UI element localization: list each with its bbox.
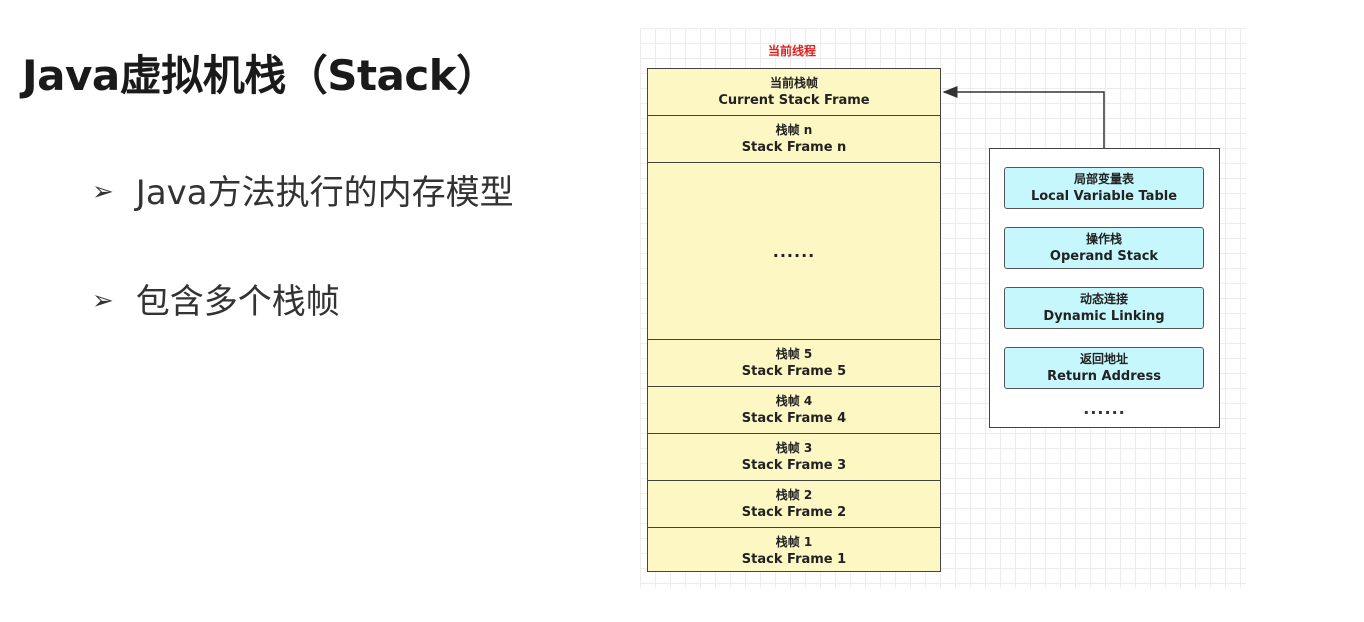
frame-zh-label: 栈帧 3 [775,441,813,455]
operand-stack-box: 操作栈 Operand Stack [1004,227,1204,269]
arrow-bullet-icon: ➢ [92,286,114,316]
stack-frame-current: 当前栈帧 Current Stack Frame [648,69,940,116]
frame-zh-label: 栈帧 1 [775,534,813,549]
stack-frame-n: 栈帧 n Stack Frame n [648,116,940,163]
stack-frame-2: 栈帧 2 Stack Frame 2 [648,481,940,528]
frame-zh-label: 栈帧 4 [775,394,813,408]
item-en-label: Local Variable Table [1030,189,1178,204]
return-address-box: 返回地址 Return Address [1004,347,1204,389]
frame-en-label: Stack Frame 1 [741,551,847,567]
stack-frame-ellipsis: ...... [648,163,940,340]
frame-zh-label: 栈帧 5 [775,347,813,361]
frame-zh-label: 栈帧 2 [775,488,813,502]
stack-frame-4: 栈帧 4 Stack Frame 4 [648,387,940,434]
stack-frame-1: 栈帧 1 Stack Frame 1 [648,528,940,573]
bullet-item: ➢ Java方法执行的内存模型 [92,165,514,214]
frame-ellipsis-label: ...... [772,241,816,261]
frame-en-label: Current Stack Frame [718,93,870,108]
slide-title: Java虚拟机栈（Stack） [22,51,498,100]
frame-zh-label: 当前栈帧 [769,76,818,90]
frame-en-label: Stack Frame 5 [741,364,847,379]
item-zh-label: 局部变量表 [1073,172,1134,186]
frame-en-label: Stack Frame 4 [741,411,847,426]
item-zh-label: 操作栈 [1085,232,1122,246]
bullet-item: ➢ 包含多个栈帧 [92,274,340,323]
local-variable-table-box: 局部变量表 Local Variable Table [1004,167,1204,209]
item-en-label: Operand Stack [1049,249,1159,264]
frame-en-label: Stack Frame n [741,140,847,155]
bullet-text: 包含多个栈帧 [135,282,340,322]
frame-zh-label: 栈帧 n [775,123,813,137]
item-en-label: Dynamic Linking [1043,309,1165,324]
thread-label: 当前线程 [768,44,817,58]
item-en-label: Return Address [1047,369,1161,384]
frame-detail-box: 局部变量表 Local Variable Table 操作栈 Operand S… [989,148,1220,428]
dynamic-linking-box: 动态连接 Dynamic Linking [1004,287,1204,329]
stack-frame-3: 栈帧 3 Stack Frame 3 [648,434,940,481]
more-contents-ellipsis: ...... [1083,399,1126,418]
stack-frame-5: 栈帧 5 Stack Frame 5 [648,340,940,387]
stack-column: 当前栈帧 Current Stack Frame 栈帧 n Stack Fram… [647,68,941,572]
item-zh-label: 返回地址 [1079,352,1128,366]
arrow-bullet-icon: ➢ [92,177,114,207]
bullet-text: Java方法执行的内存模型 [135,173,514,213]
frame-en-label: Stack Frame 3 [741,458,847,473]
frame-en-label: Stack Frame 2 [741,505,847,520]
item-zh-label: 动态连接 [1079,292,1128,306]
